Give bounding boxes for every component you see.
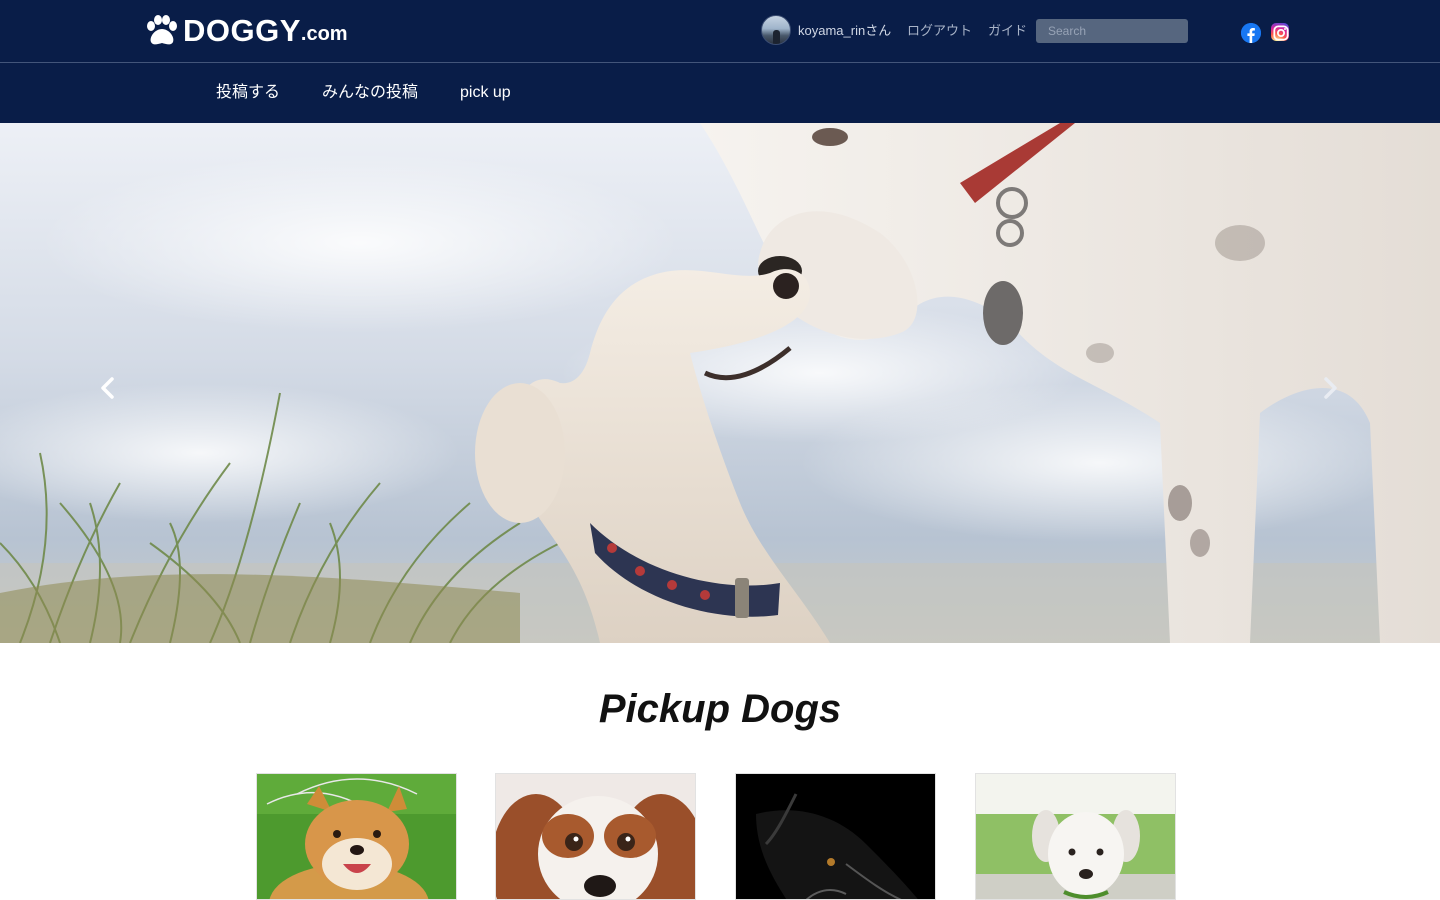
pickup-title: Pickup Dogs — [598, 687, 842, 731]
pickup-card-shiba[interactable] — [256, 773, 457, 900]
search-input[interactable] — [1036, 19, 1188, 43]
avatar[interactable] — [761, 15, 791, 45]
top-header: DOGGY .com koyama_rinさん ログアウト ガイド — [0, 0, 1440, 62]
main-nav: 投稿する みんなの投稿 pick up — [0, 62, 1440, 123]
paw-icon — [147, 15, 177, 45]
hero-carousel — [0, 123, 1440, 643]
chevron-left-icon[interactable] — [88, 368, 128, 408]
avatar-figure — [773, 30, 780, 44]
guide-link[interactable]: ガイド — [988, 23, 1027, 39]
pickup-card-black-dog[interactable] — [735, 773, 936, 900]
pickup-card-white-puppy[interactable] — [975, 773, 1176, 900]
logo-brand-text: DOGGY — [183, 13, 301, 48]
nav-item-all-posts[interactable]: みんなの投稿 — [322, 83, 418, 103]
user-name-link[interactable]: koyama_rinさん — [798, 23, 891, 39]
nav-item-pick-up[interactable]: pick up — [460, 83, 511, 103]
cavalier-spaniel-photo — [496, 774, 695, 899]
hero-slide-image — [0, 123, 1440, 643]
instagram-icon[interactable] — [1271, 23, 1289, 41]
nav-item-post[interactable]: 投稿する — [216, 83, 280, 103]
white-puppy-photo — [976, 774, 1175, 899]
site-logo[interactable]: DOGGY .com — [143, 13, 348, 49]
pickup-card-spaniel[interactable] — [495, 773, 696, 900]
facebook-icon[interactable] — [1241, 23, 1261, 43]
chevron-right-icon[interactable] — [1310, 368, 1350, 408]
logout-link[interactable]: ログアウト — [907, 23, 972, 39]
black-dog-photo — [736, 774, 935, 899]
shiba-inu-photo — [257, 774, 456, 899]
logo-suffix-text: .com — [300, 23, 348, 45]
